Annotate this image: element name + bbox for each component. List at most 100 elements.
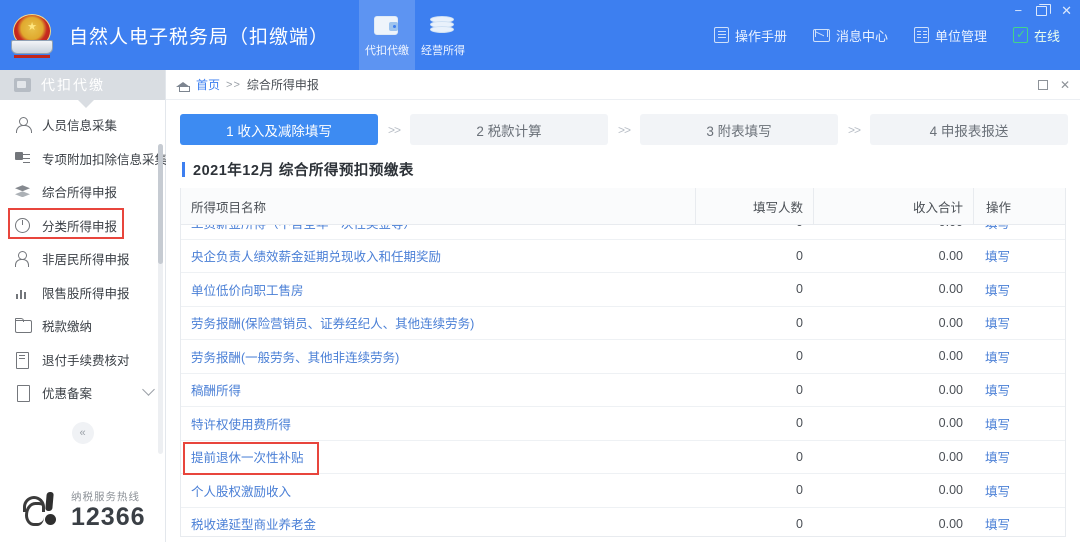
- chart-icon: [14, 284, 31, 301]
- table-row[interactable]: 单位低价向职工售房 0 0.00 填写: [181, 272, 1065, 307]
- sidebar-item-restricted-shares[interactable]: 限售股所得申报: [0, 276, 165, 310]
- clock-icon: [14, 217, 31, 234]
- minimize-button[interactable]: −: [1015, 4, 1023, 17]
- document-icon: [713, 27, 729, 43]
- sidebar: 代扣代缴 人员信息采集 专项附加扣除信息采集 综合所得申报 分类所得申报 非居民…: [0, 70, 167, 542]
- column-filled-count: 填写人数: [695, 188, 813, 224]
- action-cell: 填写: [973, 507, 1065, 536]
- table-row[interactable]: 稿酬所得 0 0.00 填写: [181, 373, 1065, 407]
- sidebar-item-classified-income[interactable]: 分类所得申报: [0, 209, 165, 243]
- action-cell: 填写: [973, 239, 1065, 273]
- item-name-cell[interactable]: 劳务报酬(一般劳务、其他非连续劳务): [181, 339, 695, 374]
- section-title-text: 2021年12月 综合所得预扣预缴表: [193, 163, 414, 179]
- fill-link[interactable]: 填写: [985, 418, 1010, 432]
- action-cell: 填写: [973, 306, 1065, 340]
- sidebar-item-preferential-filing[interactable]: 优惠备案: [0, 376, 165, 410]
- sticky-table-header: 所得项目名称 填写人数 收入合计 操作: [181, 188, 1065, 225]
- item-name-cell[interactable]: 税收递延型商业养老金: [181, 507, 695, 536]
- fill-link[interactable]: 填写: [985, 451, 1010, 465]
- breadcrumb-home-link[interactable]: 首页: [196, 76, 220, 93]
- maximize-panel-button[interactable]: [1037, 79, 1048, 90]
- fill-link[interactable]: 填写: [985, 317, 1010, 331]
- step-4-form-submission[interactable]: 4 申报表报送: [870, 114, 1069, 145]
- sidebar-scrollbar[interactable]: [158, 144, 163, 454]
- sum-cell: 0.00: [813, 473, 973, 508]
- sum-cell: 0.00: [813, 507, 973, 536]
- count-cell: 0: [695, 507, 813, 536]
- sidebar-scrollbar-thumb[interactable]: [158, 144, 163, 264]
- module-tab-business-income[interactable]: 经营所得: [415, 0, 471, 70]
- sidebar-item-comprehensive-income[interactable]: 综合所得申报: [0, 175, 165, 209]
- list-icon: [14, 150, 31, 167]
- sum-cell: 0.00: [813, 306, 973, 340]
- sidebar-item-refund-fee-check[interactable]: 退付手续费核对: [0, 343, 165, 377]
- fill-link[interactable]: 填写: [985, 518, 1010, 532]
- item-name-cell[interactable]: 单位低价向职工售房: [181, 272, 695, 307]
- sidebar-item-tax-payment[interactable]: 税款缴纳: [0, 309, 165, 343]
- title-bar: ★ 自然人电子税务局（扣缴端） 代扣代缴 经营所得 操作手册 消息中心 单位管理…: [0, 0, 1080, 70]
- item-name-cell[interactable]: 稿酬所得: [181, 373, 695, 407]
- item-name-cell[interactable]: 个人股权激励收入: [181, 473, 695, 508]
- count-cell: 0: [695, 473, 813, 508]
- table-row[interactable]: 劳务报酬(保险营销员、证券经纪人、其他连续劳务) 0 0.00 填写: [181, 306, 1065, 340]
- nav-label: 消息中心: [835, 28, 888, 44]
- mail-icon: [812, 28, 830, 42]
- fill-link[interactable]: 填写: [985, 250, 1010, 264]
- table-row[interactable]: 央企负责人绩效薪金延期兑现收入和任期奖励 0 0.00 填写: [181, 239, 1065, 273]
- building-icon: [913, 27, 929, 43]
- action-cell: 填写: [973, 272, 1065, 307]
- panel-controls: ✕: [1037, 79, 1070, 91]
- module-tab-label: 代扣代缴: [365, 44, 410, 57]
- sidebar-menu: 人员信息采集 专项附加扣除信息采集 综合所得申报 分类所得申报 非居民所得申报 …: [0, 100, 167, 454]
- table-body: 工资薪金所得（不含全年一次性奖金等） 0 0.00 填写 央企负责人绩效薪金延期…: [181, 205, 1065, 536]
- close-button[interactable]: ✕: [1061, 4, 1072, 17]
- table-row[interactable]: 提前退休一次性补贴 0 0.00 填写: [181, 440, 1065, 474]
- sidebar-collapse-row: «: [0, 421, 165, 444]
- step-2-tax-calculation[interactable]: 2 税款计算: [410, 114, 609, 145]
- nav-item-manual[interactable]: 操作手册: [713, 26, 787, 45]
- table: 所得项目名称 填写人数 收入合计 操作 工资薪金所得（不含全年一次性奖金等） 0…: [181, 188, 1065, 536]
- sidebar-item-label: 分类所得申报: [42, 219, 118, 234]
- section-title: 2021年12月 综合所得预扣预缴表: [182, 159, 1080, 180]
- hotline-label: 纳税服务热线: [71, 491, 140, 503]
- step-separator: >>: [848, 122, 861, 137]
- restore-button[interactable]: [1036, 3, 1052, 16]
- service-hotline: 纳税服务热线 12366: [22, 488, 146, 532]
- table-row[interactable]: 税收递延型商业养老金 0 0.00 填写: [181, 507, 1065, 536]
- sidebar-item-label: 限售股所得申报: [42, 286, 130, 301]
- nav-item-online-status[interactable]: 在线: [1012, 26, 1060, 45]
- action-cell: 填写: [973, 406, 1065, 441]
- item-name-cell[interactable]: 央企负责人绩效薪金延期兑现收入和任期奖励: [181, 239, 695, 273]
- action-cell: 填写: [973, 440, 1065, 474]
- sidebar-header: 代扣代缴: [0, 70, 165, 108]
- module-tab-withholding[interactable]: 代扣代缴: [359, 0, 416, 70]
- app-title: 自然人电子税务局（扣缴端）: [69, 26, 330, 48]
- table-row[interactable]: 个人股权激励收入 0 0.00 填写: [181, 473, 1065, 508]
- item-name-cell[interactable]: 劳务报酬(保险营销员、证券经纪人、其他连续劳务): [181, 306, 695, 340]
- content-area: 首页 >> 综合所得申报 ✕ 1 收入及减除填写 >> 2 税款计算 >> 3 …: [166, 70, 1080, 542]
- step-1-income-deduction[interactable]: 1 收入及减除填写: [180, 114, 378, 145]
- step-3-schedule-entry[interactable]: 3 附表填写: [640, 114, 839, 145]
- item-name-cell[interactable]: 特许权使用费所得: [181, 406, 695, 441]
- table-row[interactable]: 特许权使用费所得 0 0.00 填写: [181, 406, 1065, 441]
- close-panel-button[interactable]: ✕: [1060, 79, 1070, 91]
- item-name-cell[interactable]: 提前退休一次性补贴: [181, 440, 695, 474]
- sidebar-item-label: 非居民所得申报: [42, 253, 130, 268]
- nav-label: 操作手册: [734, 28, 787, 44]
- sidebar-item-special-deduction[interactable]: 专项附加扣除信息采集: [0, 142, 167, 176]
- nav-item-messages[interactable]: 消息中心: [812, 26, 888, 45]
- sidebar-title: 代扣代缴: [41, 77, 105, 93]
- window-controls: − ✕: [1015, 3, 1072, 17]
- fill-link[interactable]: 填写: [985, 485, 1010, 499]
- fill-link[interactable]: 填写: [985, 284, 1010, 298]
- step-navigation: 1 收入及减除填写 >> 2 税款计算 >> 3 附表填写 >> 4 申报表报送: [166, 100, 1080, 145]
- module-tabs: 代扣代缴 经营所得: [359, 0, 471, 70]
- collapse-sidebar-button[interactable]: «: [71, 421, 94, 444]
- table-row[interactable]: 劳务报酬(一般劳务、其他非连续劳务) 0 0.00 填写: [181, 339, 1065, 374]
- sidebar-item-personnel-info[interactable]: 人员信息采集: [0, 108, 165, 142]
- module-tab-label: 经营所得: [421, 44, 466, 57]
- nav-item-unit-management[interactable]: 单位管理: [913, 26, 987, 45]
- fill-link[interactable]: 填写: [985, 351, 1010, 365]
- sidebar-item-nonresident-income[interactable]: 非居民所得申报: [0, 242, 165, 276]
- fill-link[interactable]: 填写: [985, 384, 1010, 398]
